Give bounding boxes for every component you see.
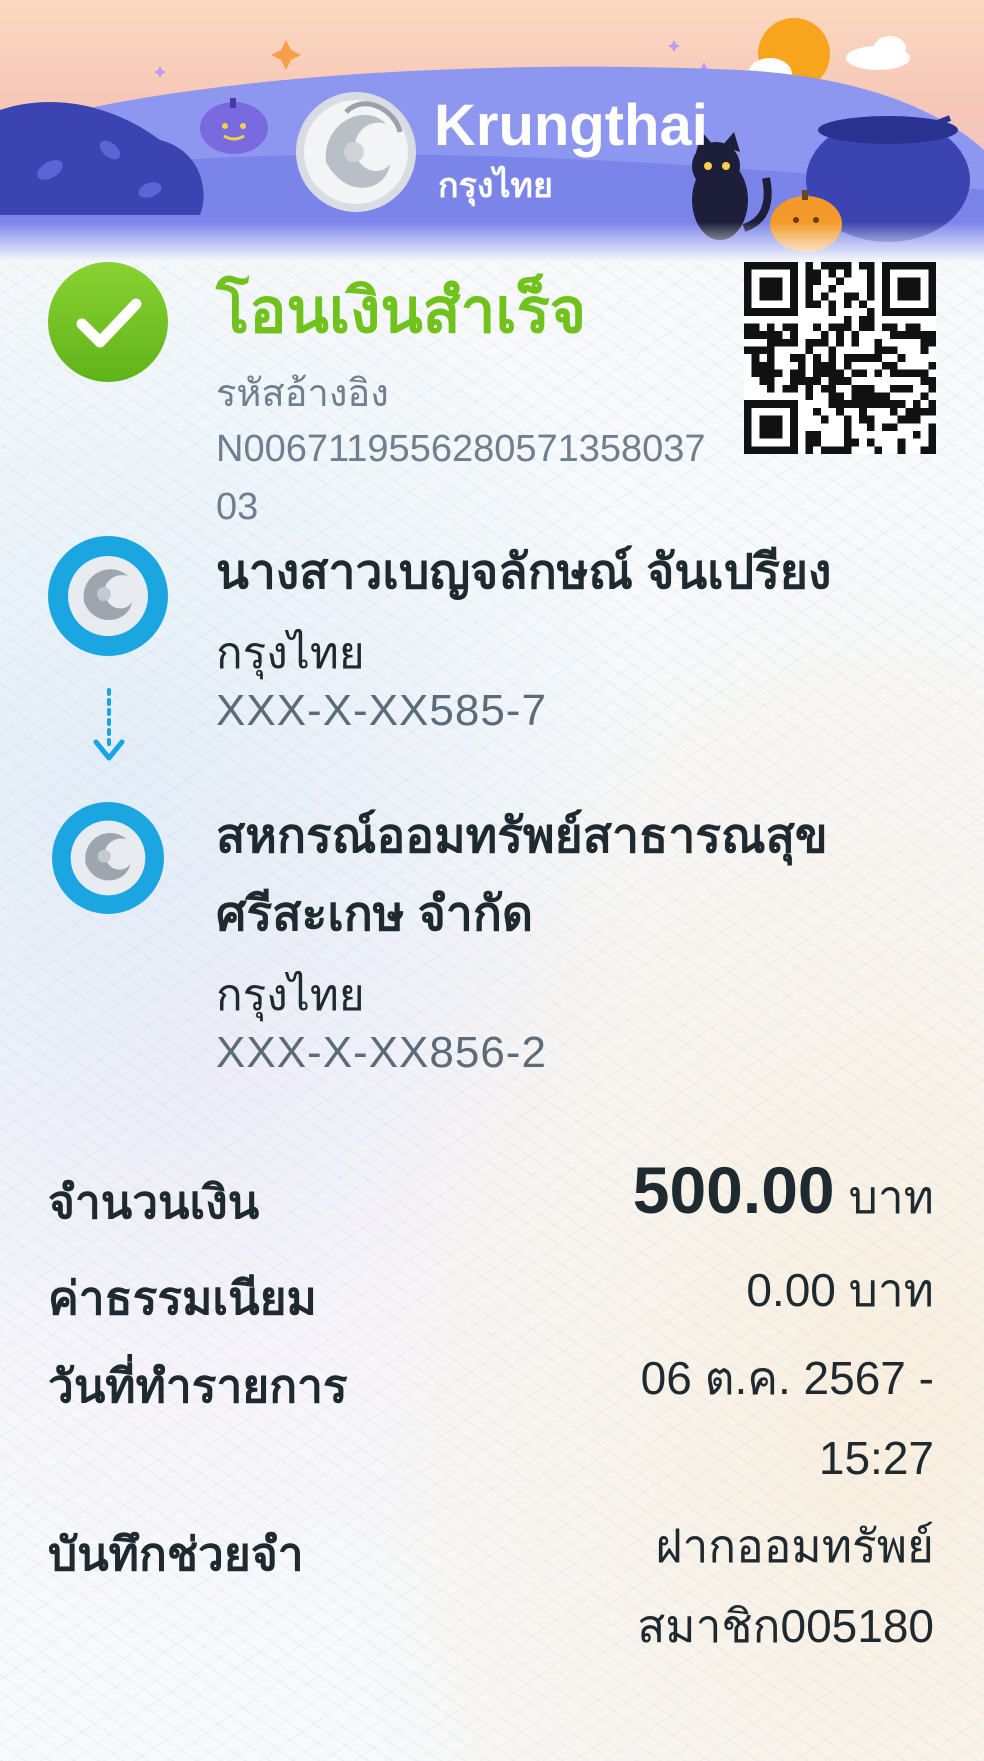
receiver-bank: กรุงไทย xyxy=(216,971,365,1020)
memo-label: บันทึกช่วยจำ xyxy=(48,1528,304,1580)
amount-value-row: 500.00 บาท xyxy=(633,1150,934,1237)
sender-bank: กรุงไทย xyxy=(216,629,365,678)
fee-label: ค่าธรรมเนียม xyxy=(48,1272,317,1324)
sender-bank-logo xyxy=(48,536,168,656)
amount-unit: บาท xyxy=(848,1171,934,1223)
qr-code[interactable] xyxy=(744,262,936,454)
fee-value: 0.00 บาท xyxy=(746,1264,934,1316)
header-banner: Krungthai กรุงไทย xyxy=(0,0,984,262)
amount-label: จำนวนเงิน xyxy=(48,1176,260,1228)
receiver-bank-logo xyxy=(52,802,164,914)
sender-name: นางสาวเบญจลักษณ์ จันเปรียง xyxy=(216,546,832,599)
arrow-down-icon xyxy=(93,688,125,761)
sparkle-icon xyxy=(271,40,301,70)
brand-name-en: Krungthai xyxy=(434,93,708,158)
reference-number: N006711955628057135803703 xyxy=(216,428,706,528)
status-title: โอนเงินสำเร็จ xyxy=(216,277,587,346)
receiver-name: สหกรณ์ออมทรัพย์สาธารณสุขศรีสะเกษ จำกัด xyxy=(216,810,828,941)
krungthai-bird-logo xyxy=(296,92,416,212)
amount-value: 500.00 xyxy=(632,1153,835,1227)
reference-label: รหัสอ้างอิง xyxy=(216,373,389,415)
date-label: วันที่ทำรายการ xyxy=(48,1360,348,1412)
check-circle-icon xyxy=(48,262,168,382)
date-value: 06 ต.ค. 2567 - 15:27 xyxy=(640,1352,934,1484)
brand-name-th: กรุงไทย xyxy=(438,167,553,205)
memo-value: ฝากออมทรัพย์ สมาชิก005180 xyxy=(637,1520,934,1652)
receiver-account: XXX-X-XX856-2 xyxy=(216,1028,547,1077)
sender-account: XXX-X-XX585-7 xyxy=(216,686,547,735)
